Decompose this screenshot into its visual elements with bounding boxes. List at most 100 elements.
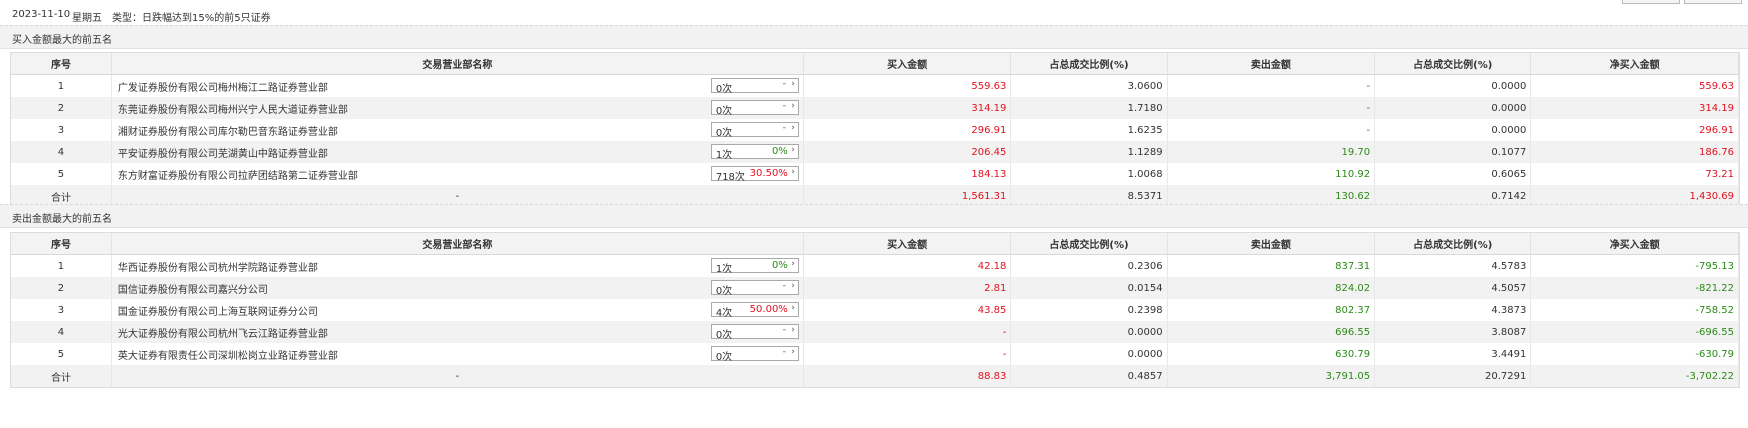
sell-section-title-text: 卖出金额最大的前五名 bbox=[12, 214, 112, 225]
table-row[interactable]: 4 光大证券股份有限公司杭州飞云江路证券营业部 0次 - › -0.0000 696.55 3… bbox=[11, 321, 1739, 343]
sell-ratio: 4.5783 bbox=[1374, 254, 1532, 277]
total-buy: 88.83 bbox=[803, 365, 1012, 387]
buy-ratio: 1.7180 bbox=[1010, 97, 1168, 119]
row-index: 4 bbox=[11, 141, 112, 163]
branch-name-cell: 英大证券有限责任公司深圳松岗立业路证券营业部 0次 - › bbox=[111, 343, 804, 365]
row-index: 5 bbox=[11, 343, 112, 365]
success-rate: 30.50% bbox=[749, 168, 788, 179]
branch-name[interactable]: 华西证券股份有限公司杭州学院路证券营业部 bbox=[118, 263, 318, 274]
chevron-right-icon: › bbox=[791, 101, 795, 111]
column-header[interactable]: 卖出金额 bbox=[1167, 53, 1376, 75]
toolbar-button-2[interactable] bbox=[1684, 0, 1742, 4]
chevron-right-icon: › bbox=[791, 167, 795, 177]
history-count-dropdown[interactable]: 0次 - › bbox=[710, 346, 799, 363]
buy-amount: 296.91 bbox=[803, 119, 1012, 141]
history-count: 0次 bbox=[715, 128, 733, 139]
toolbar-button-1[interactable] bbox=[1622, 0, 1680, 4]
history-count: 0次 bbox=[715, 84, 733, 95]
sell-ratio: 3.8087 bbox=[1374, 321, 1532, 343]
buy-top5-table: 序号 交易营业部名称 买入金额 占总成交比例(%) 卖出金额 占总成交比例(%) 净买入金额… bbox=[10, 52, 1740, 208]
dash-icon: - bbox=[782, 347, 786, 357]
buy-amount: 184.13 bbox=[803, 163, 1012, 185]
branch-name[interactable]: 光大证券股份有限公司杭州飞云江路证券营业部 bbox=[118, 329, 328, 340]
buy-amount: - bbox=[803, 343, 1012, 365]
history-count-dropdown[interactable]: 0次 - › bbox=[710, 78, 799, 95]
buy-ratio: 0.0000 bbox=[1010, 343, 1168, 365]
buy-ratio: 0.2398 bbox=[1010, 299, 1168, 321]
sell-amount: 19.70 bbox=[1167, 141, 1376, 163]
sell-amount: 802.37 bbox=[1167, 299, 1376, 321]
table-row[interactable]: 2 国信证券股份有限公司嘉兴分公司 0次 - › 2.81 0.0154 824.02 4.50… bbox=[11, 277, 1739, 299]
branch-name[interactable]: 东方财富证券股份有限公司拉萨团结路第二证券营业部 bbox=[118, 171, 358, 182]
table-row[interactable]: 3 湘财证券股份有限公司库尔勒巴音东路证券营业部 0次 - › 296.91 1.6235-… bbox=[11, 119, 1739, 141]
buy-ratio: 0.2306 bbox=[1010, 254, 1168, 277]
column-header[interactable]: 买入金额 bbox=[803, 53, 1012, 75]
dash-icon: - bbox=[782, 79, 786, 89]
chevron-right-icon: › bbox=[791, 145, 795, 155]
column-header[interactable]: 交易营业部名称 bbox=[111, 53, 804, 75]
column-header[interactable]: 占总成交比例(%) bbox=[1010, 53, 1168, 75]
column-header[interactable]: 净买入金额 bbox=[1530, 53, 1739, 75]
sell-amount: - bbox=[1167, 97, 1376, 119]
branch-name[interactable]: 平安证券股份有限公司芜湖黄山中路证券营业部 bbox=[118, 149, 328, 160]
sell-ratio: 3.4491 bbox=[1374, 343, 1532, 365]
history-count-dropdown[interactable]: 4次 50.00% › bbox=[710, 302, 799, 319]
buy-ratio: 1.0068 bbox=[1010, 163, 1168, 185]
dash-icon: - bbox=[782, 101, 786, 111]
net-buy-amount: -758.52 bbox=[1530, 299, 1739, 321]
table-row[interactable]: 5 东方财富证券股份有限公司拉萨团结路第二证券营业部 718次 30.50% › 184.… bbox=[11, 163, 1739, 185]
buy-ratio: 0.0000 bbox=[1010, 321, 1168, 343]
table-row[interactable]: 4 平安证券股份有限公司芜湖黄山中路证券营业部 1次 0% › 206.45 1.1289 1… bbox=[11, 141, 1739, 163]
row-index: 3 bbox=[11, 119, 112, 141]
column-header[interactable]: 序号 bbox=[11, 233, 112, 255]
column-header[interactable]: 占总成交比例(%) bbox=[1374, 233, 1532, 255]
row-index: 2 bbox=[11, 277, 112, 299]
branch-name-cell: 东莞证券股份有限公司梅州兴宁人民大道证券营业部 0次 - › bbox=[111, 97, 804, 119]
history-count-dropdown[interactable]: 0次 - › bbox=[710, 324, 799, 341]
column-header[interactable]: 买入金额 bbox=[803, 233, 1012, 255]
dash-icon: - bbox=[782, 281, 786, 291]
column-header[interactable]: 占总成交比例(%) bbox=[1010, 233, 1168, 255]
weekday: 星期五 bbox=[72, 13, 102, 24]
success-rate: 0% bbox=[771, 260, 788, 271]
table-row[interactable]: 1 广发证券股份有限公司梅州梅江二路证券营业部 0次 - › 559.63 3.0600-0… bbox=[11, 74, 1739, 97]
sell-ratio: 0.6065 bbox=[1374, 163, 1532, 185]
history-count: 1次 bbox=[715, 150, 733, 161]
chevron-right-icon: › bbox=[791, 325, 795, 335]
buy-amount: 42.18 bbox=[803, 254, 1012, 277]
chevron-right-icon: › bbox=[791, 347, 795, 357]
chevron-right-icon: › bbox=[791, 259, 795, 269]
branch-name[interactable]: 东莞证券股份有限公司梅州兴宁人民大道证券营业部 bbox=[118, 105, 348, 116]
branch-name[interactable]: 英大证券有限责任公司深圳松岗立业路证券营业部 bbox=[118, 351, 338, 362]
table-row[interactable]: 1 华西证券股份有限公司杭州学院路证券营业部 1次 0% › 42.18 0.2306 837… bbox=[11, 254, 1739, 277]
column-header[interactable]: 序号 bbox=[11, 53, 112, 75]
column-header[interactable]: 卖出金额 bbox=[1167, 233, 1376, 255]
branch-name[interactable]: 国信证券股份有限公司嘉兴分公司 bbox=[118, 285, 268, 296]
table-row[interactable]: 2 东莞证券股份有限公司梅州兴宁人民大道证券营业部 0次 - › 314.19 1.7180… bbox=[11, 97, 1739, 119]
history-count-dropdown[interactable]: 1次 0% › bbox=[710, 144, 799, 161]
trade-date: 2023-11-10 bbox=[12, 9, 71, 20]
branch-name[interactable]: 湘财证券股份有限公司库尔勒巴音东路证券营业部 bbox=[118, 127, 338, 138]
history-count: 0次 bbox=[715, 286, 733, 297]
history-count-dropdown[interactable]: 1次 0% › bbox=[710, 258, 799, 275]
table-row[interactable]: 3 国金证券股份有限公司上海互联网证券分公司 4次 50.00% › 43.85 0.239… bbox=[11, 299, 1739, 321]
history-count-dropdown[interactable]: 718次 30.50% › bbox=[710, 166, 799, 183]
branch-name[interactable]: 国金证券股份有限公司上海互联网证券分公司 bbox=[118, 307, 318, 318]
branch-name[interactable]: 广发证券股份有限公司梅州梅江二路证券营业部 bbox=[118, 83, 328, 94]
table-row[interactable]: 5 英大证券有限责任公司深圳松岗立业路证券营业部 0次 - › -0.0000 630.79… bbox=[11, 343, 1739, 365]
history-count-dropdown[interactable]: 0次 - › bbox=[710, 122, 799, 139]
net-buy-amount: 314.19 bbox=[1530, 97, 1739, 119]
branch-name-cell: 平安证券股份有限公司芜湖黄山中路证券营业部 1次 0% › bbox=[111, 141, 804, 163]
sell-ratio: 4.3873 bbox=[1374, 299, 1532, 321]
column-header[interactable]: 占总成交比例(%) bbox=[1374, 53, 1532, 75]
branch-name-cell: 华西证券股份有限公司杭州学院路证券营业部 1次 0% › bbox=[111, 254, 804, 277]
history-count-dropdown[interactable]: 0次 - › bbox=[710, 280, 799, 297]
column-header[interactable]: 交易营业部名称 bbox=[111, 233, 804, 255]
branch-name-cell: 国信证券股份有限公司嘉兴分公司 0次 - › bbox=[111, 277, 804, 299]
column-header[interactable]: 净买入金额 bbox=[1530, 233, 1739, 255]
history-count-dropdown[interactable]: 0次 - › bbox=[710, 100, 799, 117]
history-count: 1次 bbox=[715, 264, 733, 275]
sell-amount: 824.02 bbox=[1167, 277, 1376, 299]
sell-ratio: 0.1077 bbox=[1374, 141, 1532, 163]
sell-section-title: 卖出金额最大的前五名 bbox=[0, 204, 1748, 228]
